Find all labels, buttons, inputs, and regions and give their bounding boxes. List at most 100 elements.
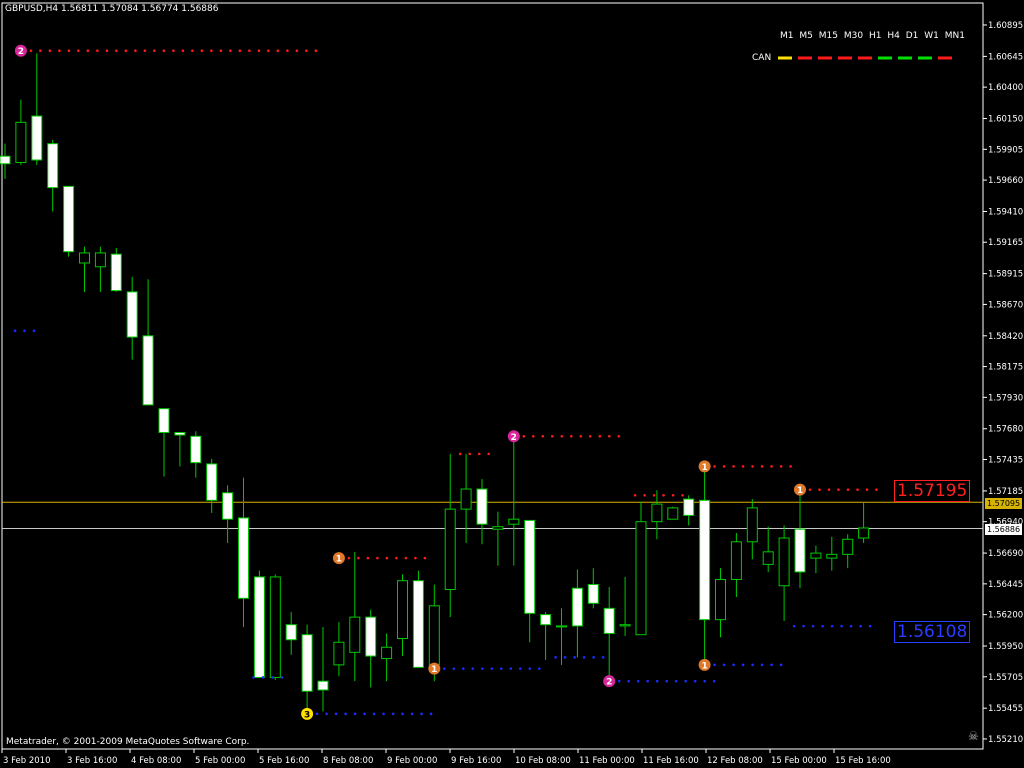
x-tick-label: 3 Feb 2010 [3, 756, 51, 766]
resistance-dot [458, 452, 462, 456]
x-tick-label: 8 Feb 08:00 [323, 756, 373, 766]
support-dot [429, 712, 433, 716]
support-dot [741, 663, 745, 667]
support-dot [252, 676, 255, 679]
resistance-dot [423, 556, 427, 560]
y-tick-label: 1.60150 [988, 115, 1023, 125]
support-dot [363, 712, 366, 716]
resistance-dot [875, 488, 878, 491]
candle-bear [158, 408, 170, 434]
candle-bear [174, 432, 186, 436]
resistance-dot [115, 49, 118, 53]
candle-bear [238, 517, 249, 599]
resistance-dot [395, 556, 398, 560]
support-dot [693, 679, 697, 683]
candle-bear [206, 463, 218, 501]
support-dot [684, 679, 687, 683]
candle-bull [762, 551, 774, 565]
candle-bear [285, 624, 297, 641]
y-tick-label: 1.56200 [988, 611, 1023, 621]
support-dot [401, 712, 404, 716]
resistance-dot [200, 49, 204, 53]
candle-bull [810, 552, 822, 559]
resistance-dot [633, 494, 637, 497]
resistance-dot [67, 49, 71, 53]
resistance-dot [96, 49, 99, 53]
candle-bull [635, 521, 647, 636]
resistance-dot [385, 556, 389, 560]
resistance-dot [770, 465, 773, 468]
x-tick-label: 12 Feb 08:00 [707, 756, 763, 766]
y-tick-label: 1.56445 [988, 580, 1023, 590]
support-marker-label: 3 [304, 710, 310, 720]
support-marker-label: 1 [431, 665, 437, 675]
y-tick-label: 1.57185 [988, 487, 1023, 497]
y-tick-label: 1.55950 [988, 642, 1023, 652]
resistance-dot [751, 465, 754, 468]
resistance-dot [143, 49, 147, 53]
resistance-dot [105, 49, 109, 53]
resistance-dot [238, 49, 242, 53]
y-tick-label: 1.60645 [988, 52, 1023, 62]
x-tick-label: 9 Feb 16:00 [451, 756, 501, 766]
resistance-dot [229, 49, 232, 53]
candle-bull [619, 624, 631, 627]
x-tick-label: 11 Feb 00:00 [579, 756, 635, 766]
resistance-dot [551, 434, 554, 438]
resistance-dot [643, 494, 646, 497]
support-dot [636, 679, 640, 683]
candle-bull [444, 508, 456, 591]
candle-bear [540, 614, 552, 626]
support-dot [830, 624, 834, 628]
support-marker-label: 1 [701, 661, 707, 671]
x-tick-label: 5 Feb 00:00 [195, 756, 245, 766]
copyright-text: Metatrader, © 2001-2009 MetaQuotes Softw… [6, 737, 250, 747]
support-dot [821, 624, 824, 628]
resistance-dot [865, 488, 869, 491]
candle-bear [31, 115, 43, 161]
support-dot [703, 679, 706, 683]
resistance-dot [598, 434, 602, 438]
resistance-dot [818, 488, 821, 491]
candle-bear [190, 435, 202, 464]
support-dot [674, 679, 678, 683]
y-tick-label: 1.59410 [988, 207, 1023, 217]
resistance-dot [732, 465, 735, 468]
y-tick-label: 1.56690 [988, 549, 1023, 559]
resistance-dot [414, 556, 417, 560]
resistance-dot [276, 49, 280, 53]
support-dot [23, 329, 26, 333]
support-dot [665, 679, 668, 683]
x-tick-label: 4 Feb 08:00 [131, 756, 181, 766]
x-tick-label: 3 Feb 16:00 [67, 756, 117, 766]
resistance-marker-label: 1 [336, 555, 342, 565]
support-dot [391, 712, 395, 716]
support-dot [760, 663, 764, 667]
candle-bull [15, 121, 27, 163]
candle-bull [397, 580, 408, 639]
candle-bull [460, 488, 472, 510]
candle-bear [47, 143, 59, 189]
x-tick-label: 5 Feb 16:00 [259, 756, 309, 766]
support-dot [627, 679, 630, 683]
resistance-dot [39, 49, 42, 53]
resistance-dot [124, 49, 128, 53]
support-dot [344, 712, 347, 716]
resistance-dot [560, 434, 564, 438]
support-dot [840, 624, 843, 628]
timeframe-label: H4 [887, 31, 900, 41]
resistance-dot [827, 488, 831, 491]
price-chart[interactable]: 1.60895 1.60645 1.60400 1.60150 1.59905 1.596… [0, 0, 1024, 768]
resistance-marker-label: 1 [701, 463, 707, 473]
support-dot [353, 712, 357, 716]
expert-advisor-icon[interactable]: ☠ [968, 729, 979, 743]
resistance-dot [191, 49, 194, 53]
candle-bull [94, 252, 106, 268]
resistance-dot [286, 49, 289, 53]
support-dot [592, 656, 595, 659]
candle-bull [269, 576, 281, 678]
support-dot [601, 656, 605, 659]
candle-bear [524, 519, 536, 614]
support-dot [410, 712, 414, 716]
support-dot [420, 712, 423, 716]
